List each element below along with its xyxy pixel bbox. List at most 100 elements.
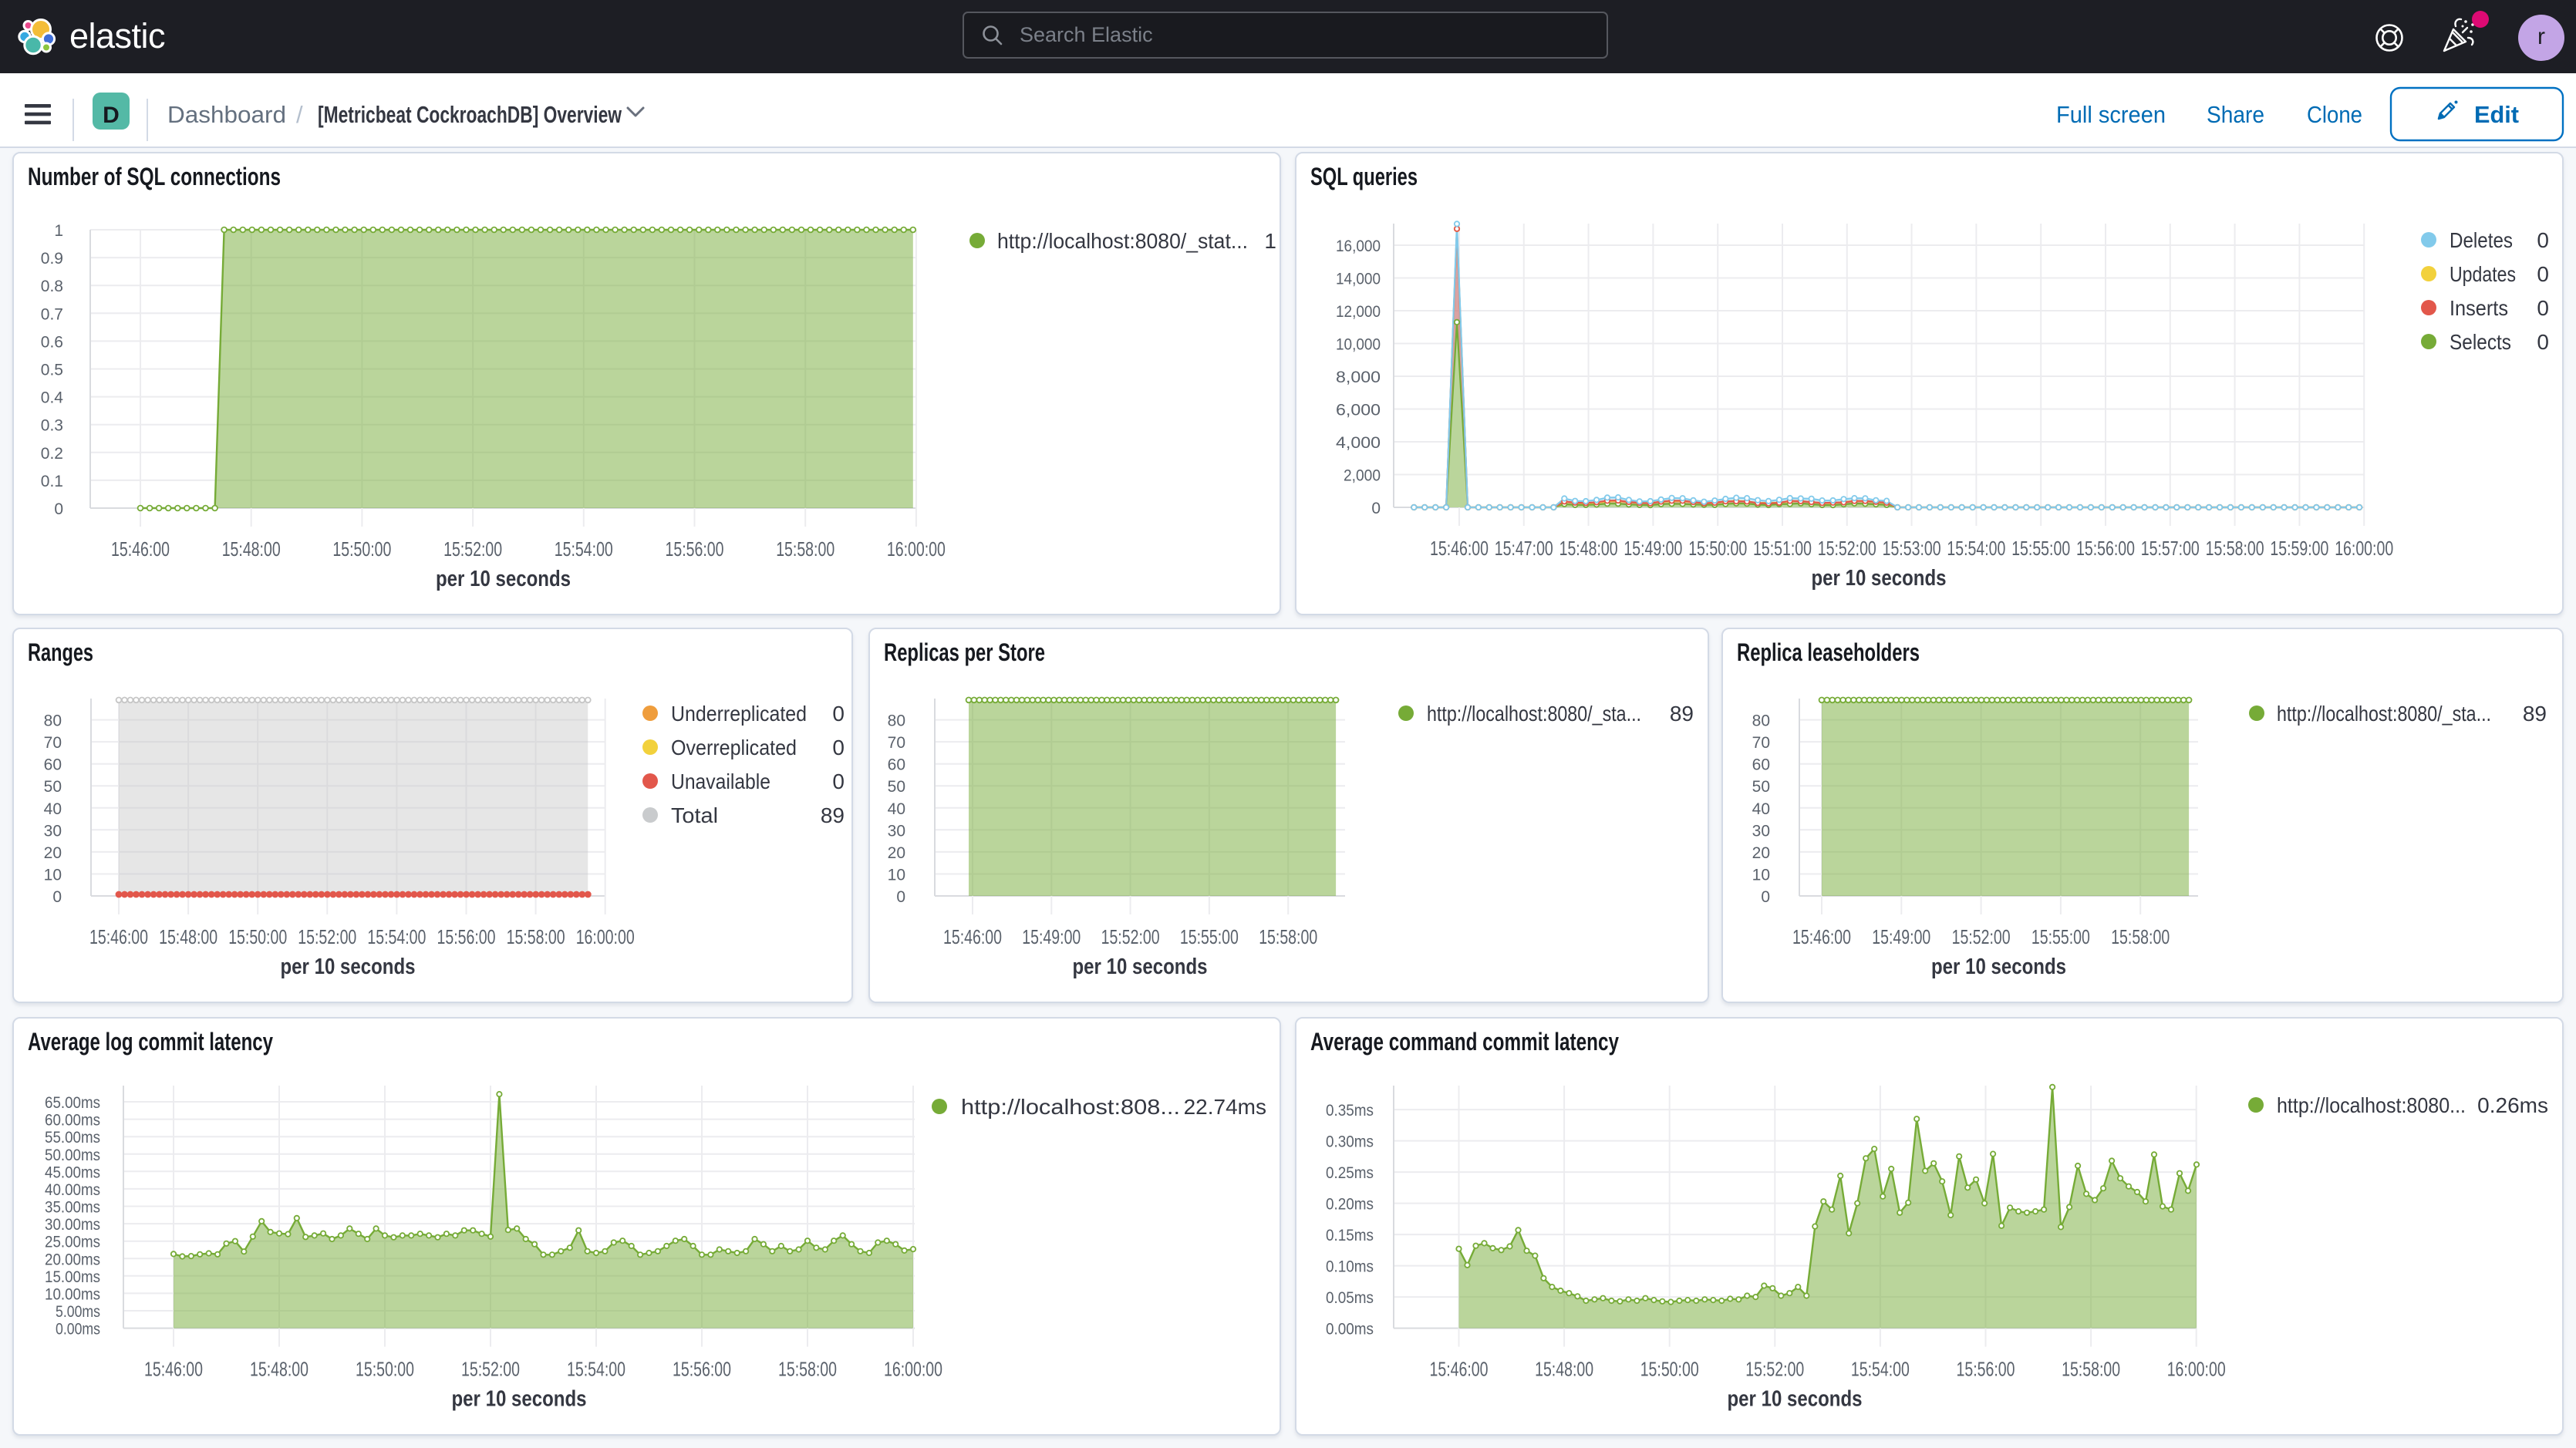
svg-text:15:46:00: 15:46:00	[1792, 925, 1851, 948]
svg-text:0.25ms: 0.25ms	[1326, 1164, 1374, 1182]
svg-text:0: 0	[832, 702, 845, 726]
svg-text:22.74ms: 22.74ms	[1184, 1095, 1266, 1119]
svg-text:Edit: Edit	[2474, 101, 2519, 128]
svg-text:50: 50	[888, 778, 905, 796]
svg-text:0.6: 0.6	[41, 333, 63, 351]
svg-text:15:52:00: 15:52:00	[1952, 925, 2011, 948]
svg-text:15:59:00: 15:59:00	[2270, 537, 2328, 560]
svg-text:0: 0	[2537, 228, 2549, 252]
svg-text:Average command commit latency: Average command commit latency	[1310, 1028, 1619, 1056]
svg-text:15:55:00: 15:55:00	[2031, 925, 2090, 948]
svg-text:0: 0	[1371, 500, 1381, 517]
svg-text:20.00ms: 20.00ms	[45, 1251, 100, 1268]
svg-text:89: 89	[1670, 702, 1694, 726]
svg-text:15:54:00: 15:54:00	[1947, 537, 2005, 560]
svg-text:0.3: 0.3	[41, 417, 63, 435]
svg-text:per 10 seconds: per 10 seconds	[436, 567, 571, 591]
svg-text:15:46:00: 15:46:00	[89, 925, 148, 948]
svg-text:http://localhost:8080/_sta...: http://localhost:8080/_sta...	[1427, 702, 1641, 726]
svg-text:5.00ms: 5.00ms	[56, 1303, 100, 1321]
svg-text:per 10 seconds: per 10 seconds	[281, 955, 416, 979]
svg-text:50: 50	[1752, 778, 1770, 796]
svg-text:12,000: 12,000	[1336, 303, 1381, 321]
svg-text:http://localhost:8080...: http://localhost:8080...	[2277, 1093, 2466, 1117]
svg-text:60: 60	[44, 756, 62, 774]
svg-text:per 10 seconds: per 10 seconds	[452, 1387, 587, 1412]
svg-text:Replica leaseholders: Replica leaseholders	[1737, 638, 1920, 666]
svg-text:15:49:00: 15:49:00	[1872, 925, 1930, 948]
svg-text:15:46:00: 15:46:00	[144, 1358, 203, 1381]
svg-text:Share: Share	[2207, 101, 2264, 128]
svg-text:Total: Total	[671, 803, 718, 827]
svg-text:15:53:00: 15:53:00	[1883, 537, 1941, 560]
svg-text:60: 60	[888, 756, 905, 774]
svg-text:0.10ms: 0.10ms	[1326, 1258, 1374, 1276]
svg-text:http://localhost:8080/_stat...: http://localhost:8080/_stat...	[997, 229, 1248, 253]
svg-text:16:00:00: 16:00:00	[884, 1358, 942, 1381]
svg-text:16:00:00: 16:00:00	[2167, 1358, 2226, 1381]
svg-text:0.35ms: 0.35ms	[1326, 1102, 1374, 1120]
svg-text:15:46:00: 15:46:00	[111, 537, 170, 561]
svg-text:15:55:00: 15:55:00	[2011, 537, 2070, 560]
svg-text:0: 0	[832, 736, 845, 759]
svg-text:30: 30	[44, 822, 62, 840]
svg-text:60.00ms: 60.00ms	[45, 1112, 100, 1130]
svg-text:15:55:00: 15:55:00	[1180, 925, 1239, 948]
svg-text:15:50:00: 15:50:00	[356, 1358, 414, 1381]
svg-text:15:56:00: 15:56:00	[666, 537, 724, 561]
svg-text:15:56:00: 15:56:00	[437, 925, 496, 948]
svg-text:15:58:00: 15:58:00	[778, 1358, 837, 1381]
svg-text:2,000: 2,000	[1344, 467, 1381, 485]
svg-text:70: 70	[44, 734, 62, 752]
svg-text:0.15ms: 0.15ms	[1326, 1227, 1374, 1244]
svg-text:15:52:00: 15:52:00	[298, 925, 356, 948]
svg-text:[Metricbeat CockroachDB] Overv: [Metricbeat CockroachDB] Overview	[318, 101, 622, 128]
svg-text:10: 10	[888, 867, 905, 884]
svg-text:14,000: 14,000	[1336, 271, 1381, 288]
svg-text:16:00:00: 16:00:00	[887, 537, 946, 561]
svg-text:40.00ms: 40.00ms	[45, 1181, 100, 1199]
svg-text:0: 0	[832, 769, 845, 793]
svg-text:Overreplicated: Overreplicated	[671, 736, 797, 759]
svg-text:10,000: 10,000	[1336, 336, 1381, 354]
svg-text:60: 60	[1752, 756, 1770, 774]
svg-text:Inserts: Inserts	[2450, 296, 2508, 320]
svg-text:0: 0	[1761, 888, 1770, 906]
svg-text:15:52:00: 15:52:00	[443, 537, 502, 561]
svg-text:per 10 seconds: per 10 seconds	[1073, 955, 1208, 979]
svg-text:20: 20	[1752, 844, 1770, 862]
svg-text:80: 80	[44, 712, 62, 730]
svg-text:10.00ms: 10.00ms	[45, 1285, 100, 1303]
svg-text:15:52:00: 15:52:00	[461, 1358, 520, 1381]
svg-text:0.7: 0.7	[41, 305, 63, 323]
svg-text:0.1: 0.1	[41, 473, 63, 490]
svg-text:0: 0	[2537, 262, 2549, 286]
svg-text:15:54:00: 15:54:00	[1851, 1358, 1910, 1381]
svg-text:0.00ms: 0.00ms	[1326, 1321, 1374, 1339]
svg-text:15:46:00: 15:46:00	[943, 925, 1002, 948]
svg-text:per 10 seconds: per 10 seconds	[1931, 955, 2066, 979]
svg-text:15:48:00: 15:48:00	[1559, 537, 1618, 560]
svg-text:15:48:00: 15:48:00	[222, 537, 281, 561]
svg-text:10: 10	[1752, 867, 1770, 884]
svg-text:25.00ms: 25.00ms	[45, 1234, 100, 1251]
svg-text:1: 1	[1264, 229, 1276, 253]
svg-text:15:56:00: 15:56:00	[673, 1358, 731, 1381]
svg-text:Dashboard: Dashboard	[167, 101, 286, 128]
svg-text:15:50:00: 15:50:00	[1640, 1358, 1699, 1381]
svg-text:15:48:00: 15:48:00	[159, 925, 217, 948]
svg-text:15:51:00: 15:51:00	[1753, 537, 1812, 560]
svg-text:15:58:00: 15:58:00	[1259, 925, 1317, 948]
svg-text:15:50:00: 15:50:00	[1688, 537, 1747, 560]
svg-text:35.00ms: 35.00ms	[45, 1199, 100, 1217]
svg-text:Selects: Selects	[2450, 330, 2511, 354]
svg-text:0.26ms: 0.26ms	[2477, 1093, 2548, 1117]
svg-text:Full screen: Full screen	[2056, 101, 2166, 128]
svg-text:15:47:00: 15:47:00	[1495, 537, 1553, 560]
svg-text:Unavailable: Unavailable	[671, 769, 770, 793]
svg-text:15:54:00: 15:54:00	[367, 925, 426, 948]
svg-text:89: 89	[2523, 702, 2547, 726]
svg-text:10: 10	[44, 867, 62, 884]
svg-text:15:52:00: 15:52:00	[1745, 1358, 1804, 1381]
svg-text:80: 80	[1752, 712, 1770, 730]
